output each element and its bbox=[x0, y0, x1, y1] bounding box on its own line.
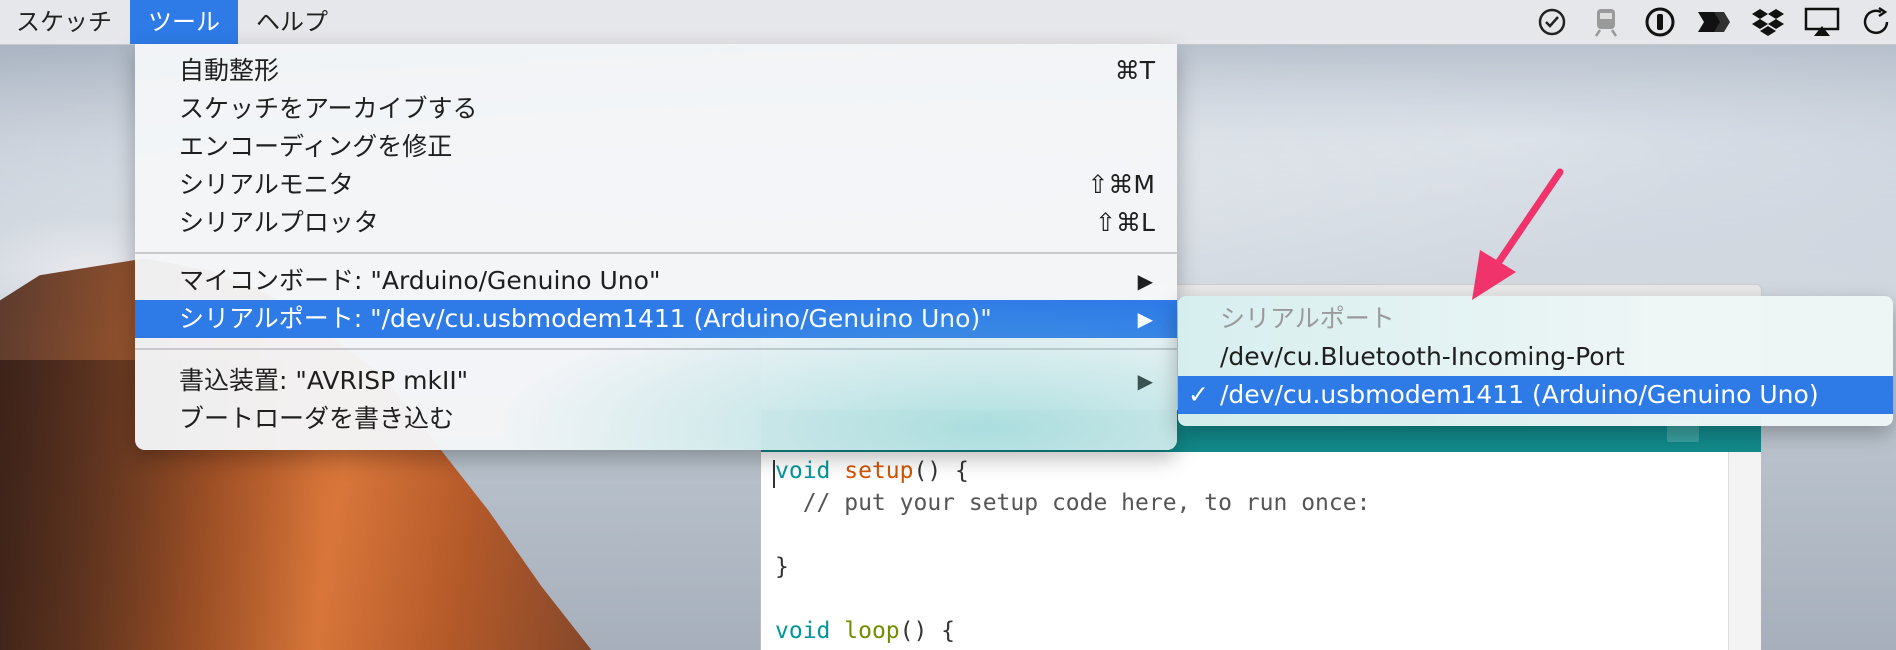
code-line: // put your setup code here, to run once… bbox=[775, 490, 1371, 516]
code-line: } bbox=[775, 554, 789, 580]
editor-scrollbar[interactable] bbox=[1728, 452, 1761, 650]
menu-item-board[interactable]: マイコンボード: "Arduino/Genuino Uno" ▶ bbox=[135, 262, 1177, 300]
submenu-arrow-icon: ▶ bbox=[1137, 369, 1153, 393]
code-editor[interactable]: void setup() { // put your setup code he… bbox=[761, 452, 1729, 650]
airplay-icon[interactable] bbox=[1802, 2, 1842, 42]
menu-item-fix-encoding[interactable]: エンコーディングを修正 bbox=[135, 128, 1177, 166]
checkmark-icon: ✓ bbox=[1188, 380, 1209, 409]
code-line: void loop() { bbox=[775, 618, 956, 644]
menu-item-serial-port[interactable]: シリアルポート: "/dev/cu.usbmodem1411 (Arduino/… bbox=[135, 300, 1177, 338]
shortcut-label: ⇧⌘L bbox=[1095, 208, 1155, 237]
submenu-arrow-icon: ▶ bbox=[1137, 269, 1153, 293]
sync-icon[interactable] bbox=[1856, 2, 1896, 42]
one-password-icon[interactable] bbox=[1640, 2, 1680, 42]
menu-item-archive-sketch[interactable]: スケッチをアーカイブする bbox=[135, 90, 1177, 128]
menu-separator bbox=[135, 348, 1177, 350]
menu-help[interactable]: ヘルプ bbox=[238, 0, 346, 44]
submenu-item-bluetooth-port[interactable]: /dev/cu.Bluetooth-Incoming-Port bbox=[1178, 338, 1893, 376]
shortcut-label: ⌘T bbox=[1114, 56, 1155, 85]
menu-sketch[interactable]: スケッチ bbox=[0, 0, 130, 44]
submenu-arrow-icon: ▶ bbox=[1137, 307, 1153, 331]
tools-menu: 自動整形 ⌘T スケッチをアーカイブする エンコーディングを修正 シリアルモニタ… bbox=[135, 44, 1177, 450]
menu-item-auto-format[interactable]: 自動整形 ⌘T bbox=[135, 52, 1177, 90]
serial-port-submenu: シリアルポート /dev/cu.Bluetooth-Incoming-Port … bbox=[1178, 296, 1893, 426]
shortcut-label: ⇧⌘M bbox=[1087, 170, 1155, 199]
menu-item-serial-plotter[interactable]: シリアルプロッタ ⇧⌘L bbox=[135, 204, 1177, 242]
dropbox-icon[interactable] bbox=[1748, 2, 1788, 42]
check-badge-icon[interactable] bbox=[1532, 2, 1572, 42]
arrows-icon[interactable] bbox=[1694, 2, 1734, 42]
submenu-item-usbmodem-port[interactable]: ✓ /dev/cu.usbmodem1411 (Arduino/Genuino … bbox=[1178, 376, 1893, 414]
menu-bar: スケッチ ツール ヘルプ bbox=[0, 0, 1896, 45]
menu-item-burn-bootloader[interactable]: ブートローダを書き込む bbox=[135, 400, 1177, 438]
desktop: void setup() { // put your setup code he… bbox=[0, 0, 1896, 650]
menu-separator bbox=[135, 252, 1177, 254]
menu-item-serial-monitor[interactable]: シリアルモニタ ⇧⌘M bbox=[135, 166, 1177, 204]
code-line: void setup() { bbox=[775, 458, 969, 484]
status-icons bbox=[1532, 0, 1896, 44]
menu-tools[interactable]: ツール bbox=[130, 0, 238, 44]
menu-item-programmer[interactable]: 書込装置: "AVRISP mkII" ▶ bbox=[135, 362, 1177, 400]
train-icon[interactable] bbox=[1586, 2, 1626, 42]
annotation-arrow-icon bbox=[1472, 168, 1564, 300]
